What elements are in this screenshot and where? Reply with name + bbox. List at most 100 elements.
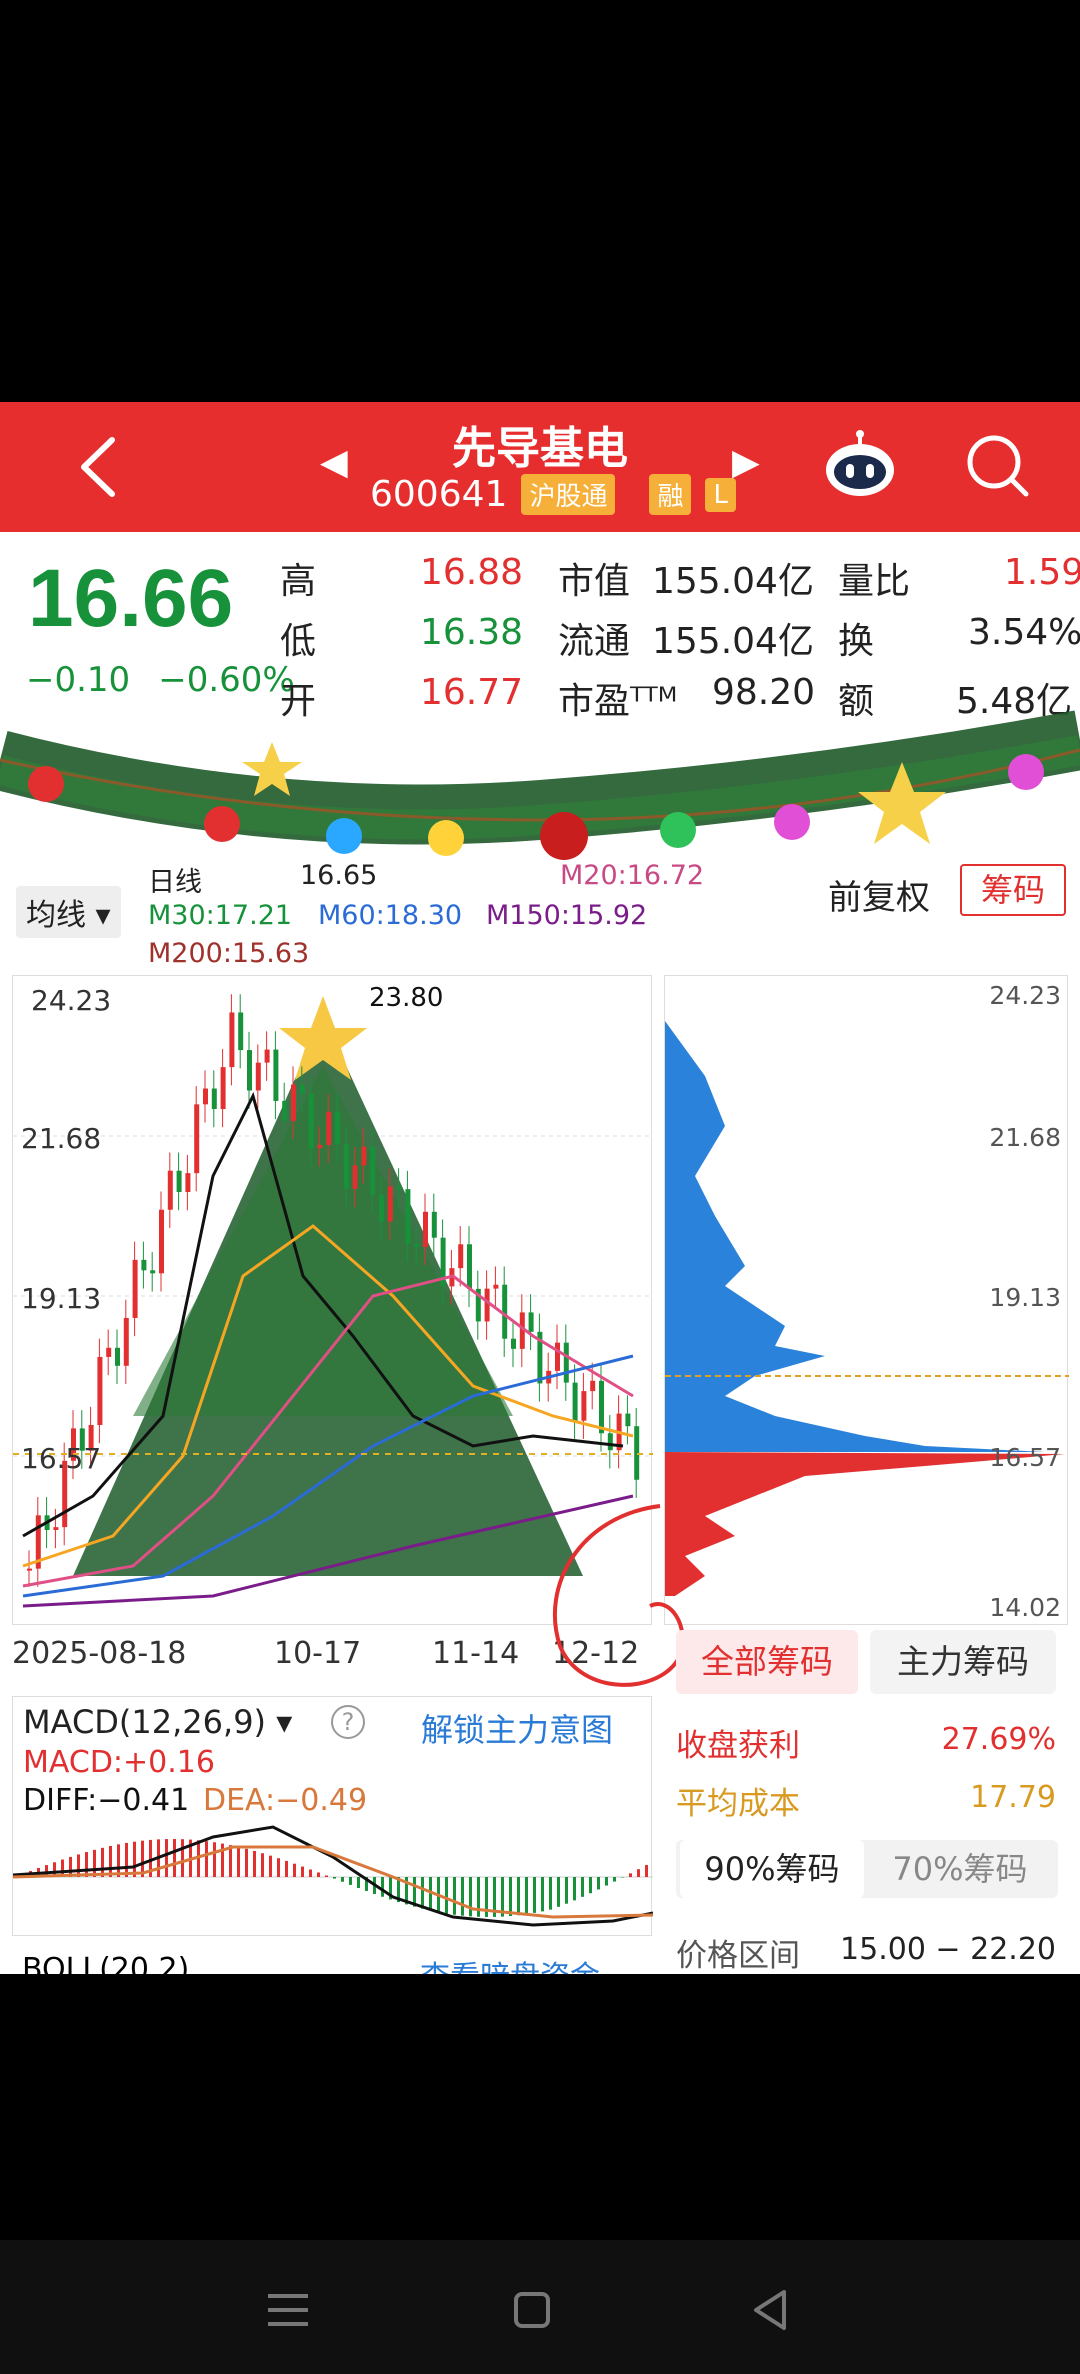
candle-body (27, 1568, 32, 1571)
chip-y-label-1: 21.68 (989, 1123, 1061, 1152)
macd-bar (317, 1872, 320, 1877)
help-icon[interactable]: ? (331, 1705, 365, 1739)
turnover-label: 换 (838, 621, 875, 662)
ma-type-select[interactable]: 均线 ▾ (16, 886, 121, 938)
candle-body (563, 1342, 569, 1383)
candle-body (528, 1312, 534, 1332)
candle-body (97, 1356, 103, 1425)
macd-bar (133, 1841, 136, 1877)
adjust-mode[interactable]: 前复权 (828, 870, 930, 919)
macd-bar (253, 1850, 256, 1877)
macd-bar (213, 1842, 216, 1877)
candle-body (167, 1170, 173, 1210)
y-label-2: 19.13 (21, 1282, 101, 1315)
macd-bar (237, 1846, 240, 1877)
boll-panel: BOLL(20,2) 查看暗盘资金 (12, 1950, 652, 1974)
candle-body (299, 1084, 305, 1095)
macd-bar (269, 1855, 272, 1877)
candle-body (511, 1338, 516, 1349)
macd-bar (125, 1842, 128, 1877)
candle-body (53, 1527, 59, 1530)
chip-y-label-2: 19.13 (989, 1283, 1061, 1312)
macd-bar (533, 1877, 536, 1913)
macd-bar (445, 1877, 448, 1914)
menu-icon[interactable] (258, 2280, 318, 2340)
tab-70-chips[interactable]: 70%筹码 (868, 1840, 1052, 1898)
candle-body (141, 1259, 147, 1271)
macd-bar (357, 1877, 360, 1888)
search-icon[interactable] (964, 432, 1030, 498)
candle-body (326, 1111, 332, 1145)
macd-bar (229, 1845, 232, 1877)
macd-bars (21, 1839, 648, 1917)
macd-bar (93, 1849, 96, 1877)
candle-body (431, 1211, 437, 1238)
dark-pool-link[interactable]: 查看暗盘资金 (420, 1952, 600, 1974)
macd-panel: MACD(12,26,9) ▾ ? 解锁主力意图 MACD:+0.16 DIFF… (12, 1696, 653, 1936)
price-change: −0.10 (26, 660, 131, 700)
macd-bar (245, 1848, 248, 1877)
macd-bar (645, 1865, 648, 1877)
stock-header: ◀ 先导基电 600641 沪股通 融 L ▶ (0, 402, 1080, 532)
candle-body (317, 1144, 323, 1149)
candle-body (379, 1195, 384, 1222)
candle-body (467, 1244, 472, 1289)
chip-distribution-chart[interactable]: 24.23 21.68 19.13 16.57 14.02 (664, 975, 1069, 1625)
mcap-label: 市值 (558, 561, 631, 602)
y-label-0: 24.23 (31, 984, 111, 1017)
candle-body (423, 1211, 428, 1248)
macd-bar (309, 1869, 312, 1877)
macd-indicator-select[interactable]: MACD(12,26,9) ▾ (23, 1703, 292, 1741)
ma200-value: M200:15.63 (148, 938, 310, 969)
all-chips-button[interactable]: 全部筹码 (676, 1630, 858, 1694)
vol-ratio-label: 量比 (838, 561, 911, 602)
candle-body (123, 1317, 129, 1366)
ma-type-label: 均线 (26, 898, 86, 933)
candle-body (387, 1186, 393, 1222)
macd-bar (469, 1877, 472, 1917)
period-label: 日线 (148, 867, 202, 898)
float-label: 流通 (558, 621, 631, 662)
macd-bar (637, 1869, 640, 1877)
candle-body (343, 1143, 349, 1189)
macd-bar (381, 1877, 384, 1897)
candle-body (493, 1284, 499, 1289)
macd-bar (597, 1877, 600, 1890)
unlock-intent-link[interactable]: 解锁主力意图 (421, 1705, 613, 1751)
candle-body (247, 1050, 252, 1091)
candle-body (625, 1413, 631, 1427)
macd-bar (293, 1863, 296, 1877)
chip-distribution-tab[interactable]: 筹码 (960, 864, 1066, 916)
ma30-value: M30:17.21 (148, 900, 293, 931)
candle-body (203, 1088, 208, 1105)
back-nav-icon[interactable] (742, 2280, 802, 2340)
low-value: 16.38 (420, 612, 524, 653)
robot-assistant-icon[interactable] (822, 430, 898, 502)
candle-body (220, 1067, 226, 1110)
candle-body (458, 1244, 464, 1269)
candle-body (484, 1288, 490, 1322)
tab-90-chips[interactable]: 90%筹码 (680, 1840, 864, 1898)
mcap-value: 155.04亿 (652, 561, 814, 602)
candle-body (352, 1165, 358, 1189)
macd-bar (341, 1877, 344, 1882)
macd-bar (349, 1877, 352, 1885)
candle-body (273, 1049, 279, 1101)
candle-body (634, 1426, 640, 1480)
avg-cost-value: 17.79 (970, 1780, 1056, 1815)
macd-bar (277, 1858, 280, 1877)
candle-body (264, 1049, 270, 1063)
turnover-value: 3.54% (968, 612, 1080, 653)
stock-sub-info: 600641 沪股通 融 L (370, 474, 736, 515)
profit-ratio-label: 收盘获利 (676, 1728, 800, 1764)
macd-bar (565, 1877, 568, 1904)
main-chips-button[interactable]: 主力筹码 (870, 1630, 1056, 1694)
macd-bar (517, 1877, 520, 1916)
next-stock-icon[interactable]: ▶ (732, 442, 760, 483)
candle-body (255, 1062, 261, 1091)
home-icon[interactable] (502, 2280, 562, 2340)
candle-body (282, 1100, 288, 1121)
boll-select[interactable]: BOLL(20,2) (22, 1952, 189, 1974)
macd-bar (629, 1873, 632, 1877)
system-nav-bar (0, 2240, 1080, 2374)
